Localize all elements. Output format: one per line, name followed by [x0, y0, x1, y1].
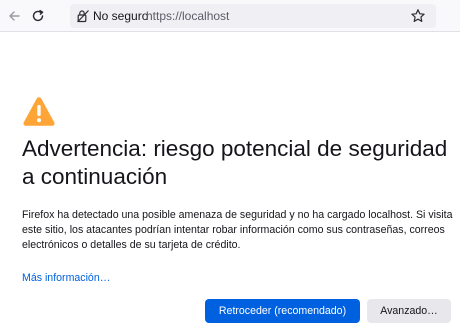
browser-toolbar: No seguro https://localhost [0, 0, 460, 32]
back-arrow-icon [9, 11, 20, 21]
reload-icon [32, 9, 44, 22]
reload-button[interactable] [28, 6, 48, 26]
lock-warning-icon [77, 10, 89, 23]
go-back-button[interactable]: Retroceder (recomendado) [205, 299, 360, 323]
advanced-button[interactable]: Avanzado… [367, 299, 451, 323]
warning-description: Firefox ha detectado una posible amenaza… [22, 209, 453, 251]
warning-triangle-icon [23, 97, 55, 126]
address-bar[interactable]: No seguro https://localhost [70, 4, 436, 28]
security-label: No seguro [93, 9, 149, 23]
more-info-link[interactable]: Más información… [22, 272, 110, 284]
star-icon[interactable] [410, 8, 426, 24]
back-button[interactable] [4, 6, 24, 26]
url-text[interactable]: https://localhost [146, 9, 229, 23]
security-indicator[interactable]: No seguro [74, 7, 152, 25]
page-title: Advertencia: riesgo potencial de segurid… [22, 136, 448, 189]
